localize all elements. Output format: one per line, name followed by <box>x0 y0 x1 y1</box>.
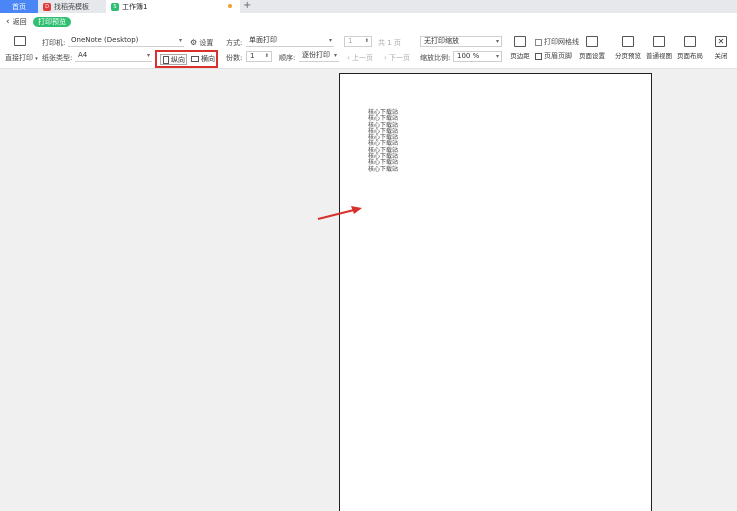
new-tab-button[interactable]: + <box>243 0 251 12</box>
print-preview-badge: 打印预览 <box>33 17 71 27</box>
printer-icon[interactable] <box>14 36 26 46</box>
margins-icon <box>514 36 526 47</box>
scale-ratio-select[interactable]: 100 % ▾ <box>453 51 502 62</box>
method-label: 方式: <box>226 39 243 47</box>
method-value: 单面打印 <box>249 36 277 44</box>
chevron-down-icon: ▾ <box>495 38 499 45</box>
prev-page-label: 上一页 <box>352 54 374 62</box>
page-layout-icon <box>684 36 696 47</box>
page-setup-label: 页面设置 <box>579 52 605 60</box>
tab-workbook[interactable]: S 工作簿1 <box>106 0 240 13</box>
printer-label: 打印机: <box>42 39 66 47</box>
order-value: 逐份打印 <box>302 51 330 59</box>
printer-settings-button[interactable]: ⚙ 设置 <box>190 38 213 48</box>
printer-value: OneNote (Desktop) <box>71 36 139 44</box>
gear-icon: ⚙ <box>190 38 198 47</box>
preview-page: 核心下载站 核心下载站 核心下载站 核心下载站 核心下载站 核心下载站 核心下载… <box>339 73 652 511</box>
page-layout-label: 页面布局 <box>677 52 703 60</box>
grid-icon <box>653 36 665 47</box>
landscape-button[interactable]: 横向 <box>189 54 215 65</box>
method-select[interactable]: 单面打印 ▾ <box>246 36 334 47</box>
order-select[interactable]: 逐份打印 ▾ <box>299 51 339 62</box>
chevron-down-icon: ▾ <box>495 53 499 60</box>
docer-icon: D <box>43 2 51 11</box>
checkbox-icon <box>535 38 542 46</box>
paper-type-select[interactable]: A4 ▾ <box>75 51 152 62</box>
page-break-preview-button[interactable]: 分页预览 <box>614 36 642 60</box>
chevron-down-icon: ▾ <box>146 52 150 59</box>
order-label: 顺序: <box>279 54 296 62</box>
orientation-highlight: 纵向 横向 <box>155 50 218 68</box>
paper-type-value: A4 <box>78 51 88 59</box>
tab-home[interactable]: 首页 <box>0 0 38 13</box>
scale-ratio-label: 缩放比例: <box>420 54 451 62</box>
landscape-page-icon <box>191 56 199 62</box>
prev-page-button[interactable]: ‹ 上一页 <box>347 53 373 63</box>
page-break-preview-label: 分页预览 <box>615 52 641 60</box>
print-gridlines-label: 打印网格线 <box>544 38 579 46</box>
next-page-button[interactable]: › 下一页 <box>384 53 410 63</box>
dropdown-arrow-icon: ▾ <box>35 56 38 62</box>
header-footer-button[interactable]: 页眉页脚 <box>535 51 572 61</box>
chevron-left-icon: ‹ <box>6 17 10 27</box>
spreadsheet-icon: S <box>111 2 119 11</box>
header-footer-icon <box>535 52 542 60</box>
print-gridlines-checkbox[interactable]: 打印网格线 <box>535 37 579 47</box>
page-setup-button[interactable]: 页面设置 <box>578 36 606 60</box>
stepper-arrows-icon: ⬍ <box>364 38 369 44</box>
back-button[interactable]: ‹ 返回 <box>6 17 27 27</box>
page-number-input[interactable]: 1 ⬍ <box>344 36 372 47</box>
chevron-down-icon: ▾ <box>178 37 182 44</box>
margins-label: 页边距 <box>510 52 530 60</box>
scaling-select[interactable]: 无打印缩放 ▾ <box>420 36 502 47</box>
copies-label: 份数: <box>226 54 243 62</box>
page-layout-button[interactable]: 页面布局 <box>676 36 704 60</box>
landscape-label: 横向 <box>201 55 215 63</box>
printer-select[interactable]: OneNote (Desktop) ▾ <box>68 36 184 47</box>
back-label: 返回 <box>12 18 27 26</box>
close-icon: ✕ <box>715 36 727 47</box>
preview-text-block: 核心下载站 核心下载站 核心下载站 核心下载站 核心下载站 核心下载站 核心下载… <box>368 109 399 173</box>
chevron-down-icon: ▾ <box>328 37 332 44</box>
close-preview-button[interactable]: ✕ 关闭 <box>707 36 735 60</box>
print-preview-toolbar: ‹ 返回 打印预览 直接打印 ▾ 打印机: OneNote (Desktop) … <box>0 13 737 69</box>
normal-view-button[interactable]: 普通视图 <box>645 36 673 60</box>
chevron-right-icon: › <box>384 54 387 62</box>
preview-line: 核心下载站 <box>368 165 399 173</box>
chevron-down-icon: ▾ <box>333 52 337 59</box>
tab-bar: 首页 D 找稻壳模板 S 工作簿1 + <box>0 0 737 13</box>
normal-view-label: 普通视图 <box>646 52 672 60</box>
tab-workbook-label: 工作簿1 <box>122 2 148 11</box>
tab-templates-label: 找稻壳模板 <box>54 2 89 11</box>
annotation-arrow-icon <box>317 206 362 220</box>
paper-type-label: 纸张类型: <box>42 54 73 62</box>
portrait-label: 纵向 <box>171 56 185 64</box>
tab-templates[interactable]: D 找稻壳模板 <box>38 0 106 13</box>
settings-label: 设置 <box>199 39 214 47</box>
chevron-left-icon: ‹ <box>347 54 350 62</box>
portrait-page-icon <box>163 56 169 64</box>
direct-print-button[interactable]: 直接打印 ▾ <box>5 53 38 63</box>
portrait-button[interactable]: 纵向 <box>160 54 187 65</box>
scale-ratio-value: 100 % <box>457 52 480 60</box>
copies-value: 1 <box>250 52 255 60</box>
close-label: 关闭 <box>714 52 728 60</box>
copies-stepper[interactable]: 1 ⬍ <box>246 51 272 62</box>
header-footer-label: 页眉页脚 <box>544 52 572 60</box>
scaling-value: 无打印缩放 <box>424 37 459 45</box>
margins-button[interactable]: 页边距 <box>506 36 534 60</box>
stepper-arrows-icon: ⬍ <box>264 53 269 59</box>
page-setup-icon <box>586 36 598 47</box>
page-total: 共 1 页 <box>378 39 401 47</box>
unsaved-dot-icon <box>228 4 232 8</box>
direct-print-label: 直接打印 <box>5 54 33 62</box>
page-current: 1 <box>348 37 353 45</box>
next-page-label: 下一页 <box>389 54 411 62</box>
tab-home-label: 首页 <box>12 2 26 11</box>
page-break-icon <box>622 36 634 47</box>
